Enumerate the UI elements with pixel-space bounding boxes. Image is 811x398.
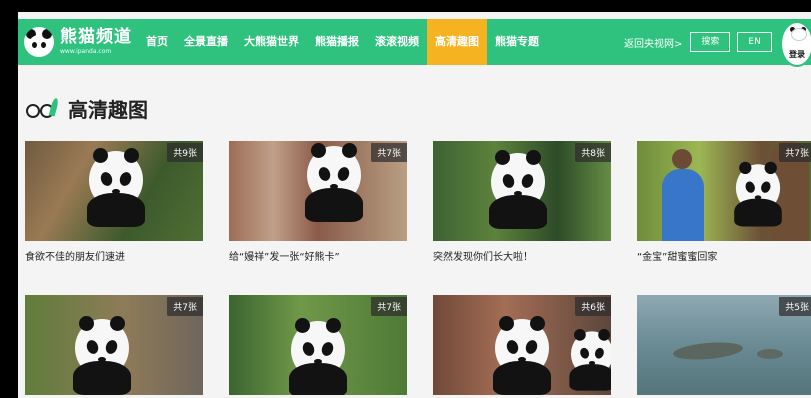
site-title: 熊猫频道 bbox=[60, 27, 132, 47]
photo-count-badge: 共6张 bbox=[575, 297, 611, 316]
gallery-card[interactable]: 共8张 突然发现你们长大啦！ bbox=[433, 141, 611, 263]
nav-item-videos[interactable]: 滚滚视频 bbox=[367, 19, 427, 65]
gallery-caption[interactable]: 突然发现你们长大啦！ bbox=[433, 248, 611, 263]
nav-item-live[interactable]: 全景直播 bbox=[176, 19, 236, 65]
gallery-card[interactable]: 共5张 bbox=[637, 295, 811, 398]
page-frame: 熊猫频道 www.ipanda.com 首页 全景直播 大熊猫世界 熊猫播报 滚… bbox=[18, 12, 811, 398]
gallery-card[interactable]: 共7张 bbox=[229, 295, 407, 398]
gallery-photo[interactable]: 共5张 bbox=[637, 295, 811, 395]
main-menu: 首页 全景直播 大熊猫世界 熊猫播报 滚滚视频 高清趣图 熊猫专题 bbox=[138, 19, 547, 65]
photo-count-badge: 共7张 bbox=[371, 297, 407, 316]
gallery-photo[interactable]: 共7张 bbox=[229, 141, 407, 241]
return-cctv-link[interactable]: 返回央视网> bbox=[624, 35, 682, 50]
top-navigation: 熊猫频道 www.ipanda.com 首页 全景直播 大熊猫世界 熊猫播报 滚… bbox=[18, 19, 811, 67]
gallery-caption[interactable]: 食欲不佳的朋友们速进 bbox=[25, 248, 203, 263]
panda-logo-icon bbox=[24, 27, 54, 57]
site-subtitle: www.ipanda.com bbox=[60, 48, 112, 55]
gallery-card[interactable]: 共7张 bbox=[25, 295, 203, 398]
site-logo[interactable]: 熊猫频道 www.ipanda.com bbox=[24, 25, 132, 59]
login-label: 登录 bbox=[789, 50, 805, 59]
panda-bamboo-icon bbox=[26, 97, 60, 120]
nav-actions: 返回央视网> 搜索 EN bbox=[624, 32, 779, 52]
nav-item-home[interactable]: 首页 bbox=[138, 19, 176, 65]
photo-count-badge: 共9张 bbox=[167, 143, 203, 162]
nav-item-topics[interactable]: 熊猫专题 bbox=[487, 19, 547, 65]
gallery-photo[interactable]: 共8张 bbox=[433, 141, 611, 241]
photo-count-badge: 共7张 bbox=[371, 143, 407, 162]
dolphin-figure bbox=[672, 339, 744, 363]
gallery-caption[interactable]: 给“嫚祥”发一张“好熊卡” bbox=[229, 248, 407, 263]
nav-item-news[interactable]: 熊猫播报 bbox=[307, 19, 367, 65]
photo-count-badge: 共7张 bbox=[779, 143, 811, 162]
photo-count-badge: 共5张 bbox=[779, 297, 811, 316]
panda-avatar-icon bbox=[791, 28, 807, 41]
gallery-card[interactable]: 共7张 给“嫚祥”发一张“好熊卡” bbox=[229, 141, 407, 263]
login-button[interactable]: 登录 bbox=[780, 21, 811, 67]
gallery-photo[interactable]: 共6张 bbox=[433, 295, 611, 395]
nav-item-hd-pictures[interactable]: 高清趣图 bbox=[427, 19, 487, 65]
gallery-photo[interactable]: 共7张 bbox=[637, 141, 811, 241]
nav-item-panda-world[interactable]: 大熊猫世界 bbox=[236, 19, 307, 65]
keeper-figure bbox=[662, 149, 704, 241]
section-title: 高清趣图 bbox=[68, 98, 148, 122]
search-button[interactable]: 搜索 bbox=[690, 32, 731, 52]
gallery-card[interactable]: 共6张 bbox=[433, 295, 611, 398]
section-heading: 高清趣图 bbox=[26, 94, 148, 123]
gallery-card[interactable]: 共7张 “金宝”甜蜜蜜回家 bbox=[637, 141, 811, 263]
photo-count-badge: 共8张 bbox=[575, 143, 611, 162]
logo-text: 熊猫频道 www.ipanda.com bbox=[60, 29, 132, 55]
gallery-caption[interactable]: “金宝”甜蜜蜜回家 bbox=[637, 248, 811, 263]
english-button[interactable]: EN bbox=[737, 32, 772, 52]
dolphin-figure bbox=[757, 349, 783, 359]
photo-count-badge: 共7张 bbox=[167, 297, 203, 316]
gallery-photo[interactable]: 共7张 bbox=[229, 295, 407, 395]
gallery-card[interactable]: 共9张 食欲不佳的朋友们速进 bbox=[25, 141, 203, 263]
gallery-photo[interactable]: 共9张 bbox=[25, 141, 203, 241]
gallery-photo[interactable]: 共7张 bbox=[25, 295, 203, 395]
